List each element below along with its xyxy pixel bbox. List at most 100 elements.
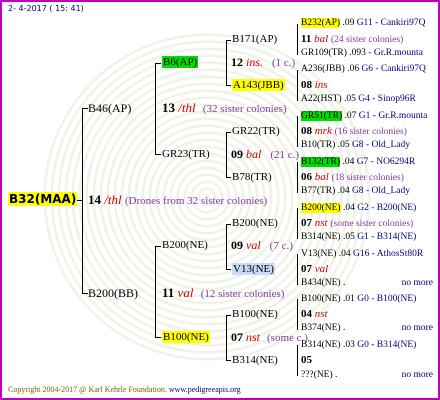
- root-year: 14: [88, 192, 101, 207]
- connector-g3a1: [226, 40, 231, 41]
- g4-queen[interactable]: GR51(TR): [301, 111, 343, 121]
- g3-a1-queen[interactable]: B171(AP): [232, 33, 277, 45]
- g1-top-info: 13 /thl (32 sister colonies): [162, 100, 287, 116]
- g2-a-year: 12: [231, 55, 243, 69]
- g4-queen[interactable]: B314(NE): [301, 340, 341, 350]
- g3-a2-ins: ins: [314, 79, 328, 91]
- footer-link[interactable]: www.pedigreeapis.org: [169, 385, 241, 394]
- g3-c1-year: 07: [301, 217, 312, 229]
- g2-a-info: 12 ins. (1 c.): [231, 55, 295, 70]
- connector-g4-4: [297, 162, 298, 193]
- g4-queen[interactable]: B132(TR): [301, 157, 341, 167]
- g3-a1-ins: bal: [314, 33, 329, 45]
- g1-bottom-info: 11 val (12 sister colonies): [162, 285, 284, 301]
- g4-num: .093: [349, 48, 366, 58]
- g3-c1-note: (some sister colonies): [330, 219, 414, 229]
- root-queen[interactable]: B32(MAA): [8, 192, 78, 206]
- g4-loc[interactable]: G1 - B314(NE): [357, 232, 416, 242]
- g2-d-queen[interactable]: B100(NE): [162, 331, 210, 343]
- g4-loc[interactable]: G0 - B100(NE): [357, 294, 416, 304]
- g4-queen[interactable]: B77(TR): [301, 186, 335, 196]
- g4-loc[interactable]: G16 - AthosSt80R: [353, 249, 423, 259]
- root-info: 14 /thl (Drones from 32 sister colonies): [88, 192, 267, 208]
- g1-top-queen[interactable]: B46(AP): [88, 101, 131, 116]
- g4-row: B434(NE) . no more: [301, 278, 433, 288]
- g3-b2-queen[interactable]: B78(TR): [232, 171, 272, 183]
- g1-bottom-queen[interactable]: B200(BB): [88, 286, 138, 301]
- g4-num: .01: [342, 294, 355, 304]
- g4-queen[interactable]: GR109(TR): [301, 48, 347, 58]
- g3-b2-ins: bal: [314, 171, 329, 183]
- g2-a-queen[interactable]: B6(AP): [162, 56, 199, 68]
- g3-a1-year: 11: [301, 33, 312, 45]
- g3-a2-queen[interactable]: A143(JBB): [232, 79, 285, 91]
- g4-queen[interactable]: A22(HST): [301, 94, 342, 104]
- g4-num: .05: [337, 140, 350, 150]
- g4-loc[interactable]: G8 - Old_Lady: [352, 186, 410, 196]
- connector-g4-3: [297, 116, 298, 147]
- g4-row: B132(TR) .04 G7 - NO6294R: [301, 157, 415, 167]
- g4-num: .: [342, 323, 346, 333]
- g2-b-queen[interactable]: GR23(TR): [162, 148, 210, 160]
- g1-bottom-note: (12 sister colonies): [200, 288, 285, 300]
- g1-bottom-ins: val: [177, 285, 194, 300]
- g3-c1-queen[interactable]: B200(NE): [232, 217, 278, 229]
- g4-num: .04: [337, 186, 350, 196]
- g3-c2-year: 07: [301, 263, 312, 275]
- g2-c-ins: val: [246, 238, 261, 252]
- g2-a-ins: ins.: [246, 55, 264, 69]
- g4-row: B314(NE) .05 G1 - B314(NE): [301, 232, 416, 242]
- g4-queen[interactable]: V13(NE): [301, 249, 336, 259]
- g4-row: B10(TR) .05 G8 - Old_Lady: [301, 140, 410, 150]
- g3-d2-queen[interactable]: B314(NE): [232, 354, 278, 366]
- g2-c-queen[interactable]: B200(NE): [162, 239, 208, 251]
- g4-loc[interactable]: no more: [402, 278, 433, 288]
- g3-c1-info: 07 nst (some sister colonies): [301, 217, 413, 229]
- g3-d1-queen[interactable]: B100(NE): [232, 308, 278, 320]
- g3-b1-note: (16 sister colonies): [334, 127, 407, 137]
- connector-g3a2: [226, 85, 231, 86]
- g4-loc[interactable]: G2 - B200(NE): [357, 203, 416, 213]
- connector-g4-5: [297, 208, 298, 239]
- g4-loc[interactable]: G11 - Cankiri97Q: [357, 18, 426, 28]
- g4-loc[interactable]: no more: [402, 323, 433, 333]
- g4-loc[interactable]: G4 - Sinop96R: [358, 94, 416, 104]
- g2-d-year: 07: [231, 330, 243, 344]
- g4-queen[interactable]: B100(NE): [301, 294, 341, 304]
- g4-num: .07: [344, 111, 357, 121]
- g3-b1-year: 08: [301, 125, 312, 137]
- g4-loc[interactable]: - Gr.R.mounta: [368, 48, 423, 58]
- connector-g2a: [155, 63, 161, 64]
- g2-a-note: (1 c.): [272, 57, 296, 69]
- g4-queen[interactable]: B232(AP): [301, 18, 341, 28]
- g4-loc[interactable]: G6 - Cankiri97Q: [361, 64, 425, 74]
- g3-a2-year: 08: [301, 79, 312, 91]
- g4-queen[interactable]: B314(NE): [301, 232, 341, 242]
- g4-loc[interactable]: G0 - B314(NE): [357, 340, 416, 350]
- g4-loc[interactable]: no more: [402, 370, 433, 380]
- g1-bottom-year: 11: [162, 285, 175, 300]
- g3-c2-queen[interactable]: V13(NE): [232, 263, 275, 275]
- connector-g2c: [155, 246, 161, 247]
- g3-c1-ins: nst: [314, 217, 328, 229]
- g3-a1-info: 11 bal (24 sister colonies): [301, 33, 403, 45]
- g4-queen[interactable]: B200(NE): [301, 203, 341, 213]
- g2-b-info: 09 bal (21 c.): [231, 147, 299, 162]
- connector-g1b-v: [155, 246, 156, 338]
- g4-queen[interactable]: B10(TR): [301, 140, 335, 150]
- connector-g2b-v: [226, 132, 227, 178]
- g4-loc[interactable]: G1 - Gr.R.mounta: [359, 111, 428, 121]
- g4-queen[interactable]: ???(NE): [301, 370, 333, 380]
- g4-num: .: [342, 278, 346, 288]
- g3-d1-ins: nst: [314, 308, 328, 320]
- g4-loc[interactable]: G8 - Old_Lady: [352, 140, 410, 150]
- g4-loc[interactable]: G7 - NO6294R: [357, 157, 416, 167]
- connector-g2d: [155, 337, 161, 338]
- g4-row: GR109(TR) .093 - Gr.R.mounta: [301, 48, 423, 58]
- g4-queen[interactable]: B374(NE): [301, 323, 341, 333]
- g3-b1-queen[interactable]: GR22(TR): [232, 125, 280, 137]
- connector-g2b: [155, 154, 161, 155]
- connector-g4-7: [297, 299, 298, 330]
- g4-queen[interactable]: B434(NE): [301, 278, 341, 288]
- g4-queen[interactable]: A236(JBB): [301, 64, 345, 74]
